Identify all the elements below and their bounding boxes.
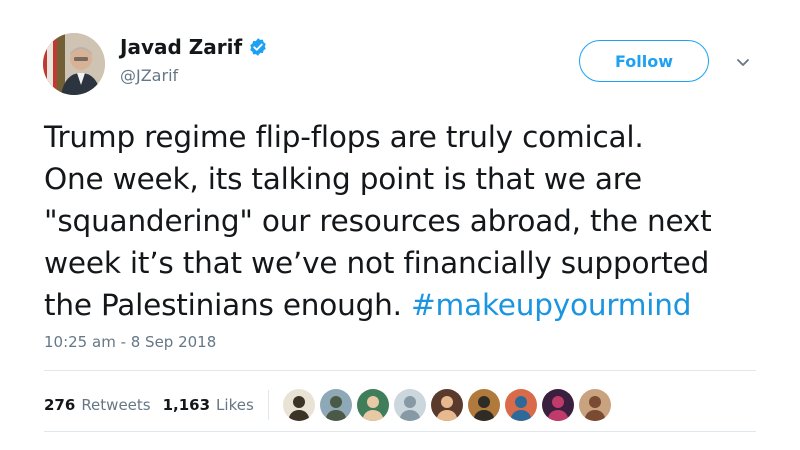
tweet-timestamp[interactable]: 10:25 am - 8 Sep 2018: [44, 333, 216, 351]
liker-avatar-4[interactable]: [393, 389, 426, 421]
tweet-text-line: One week, its talking point is that we a…: [44, 162, 642, 196]
hashtag-link[interactable]: #makeupyourmind: [411, 288, 692, 322]
tweet-text-line: Trump regime flip-flops are truly comica…: [44, 120, 644, 154]
author-display-name[interactable]: Javad Zarif: [120, 35, 242, 59]
chevron-down-icon[interactable]: [733, 52, 753, 72]
tweet-text-line-last: the Palestinians enough. #makeupyourmind: [44, 284, 764, 326]
tweet-text-line: week it’s that we’ve not financially sup…: [44, 246, 710, 280]
divider: [44, 431, 756, 432]
liker-avatar-1[interactable]: [282, 389, 315, 421]
follow-button[interactable]: Follow: [579, 40, 709, 82]
tweet-text-line: "squandering" our resources abroad, the …: [44, 204, 712, 238]
author-handle[interactable]: @JZarif: [120, 66, 178, 85]
likes-label: Likes: [216, 396, 254, 414]
liker-avatar-5[interactable]: [430, 389, 463, 421]
retweets-stat[interactable]: 276 Retweets: [44, 396, 151, 414]
likes-count: 1,163: [162, 396, 211, 414]
liker-avatars: [282, 389, 611, 421]
tweet-text-line: the Palestinians enough.: [44, 288, 402, 322]
tweet-card: Javad Zarif @JZarif Follow Trump regime …: [0, 0, 800, 450]
liker-avatar-6[interactable]: [467, 389, 500, 421]
author-avatar[interactable]: [43, 33, 105, 95]
tweet-text: Trump regime flip-flops are truly comica…: [44, 116, 764, 326]
retweets-count: 276: [44, 396, 76, 414]
verified-badge-icon: [248, 37, 268, 57]
liker-avatar-2[interactable]: [319, 389, 352, 421]
liker-avatar-7[interactable]: [504, 389, 537, 421]
retweets-label: Retweets: [81, 396, 151, 414]
likes-stat[interactable]: 1,163 Likes: [163, 396, 254, 414]
tweet-stats: 276 Retweets 1,163 Likes: [44, 389, 611, 421]
divider: [44, 370, 756, 371]
liker-avatar-3[interactable]: [356, 389, 389, 421]
stats-separator: [267, 390, 269, 420]
author-name-row: Javad Zarif: [120, 35, 268, 59]
profile-photo-icon: [43, 33, 105, 95]
liker-avatar-9[interactable]: [578, 389, 611, 421]
liker-avatar-8[interactable]: [541, 389, 574, 421]
